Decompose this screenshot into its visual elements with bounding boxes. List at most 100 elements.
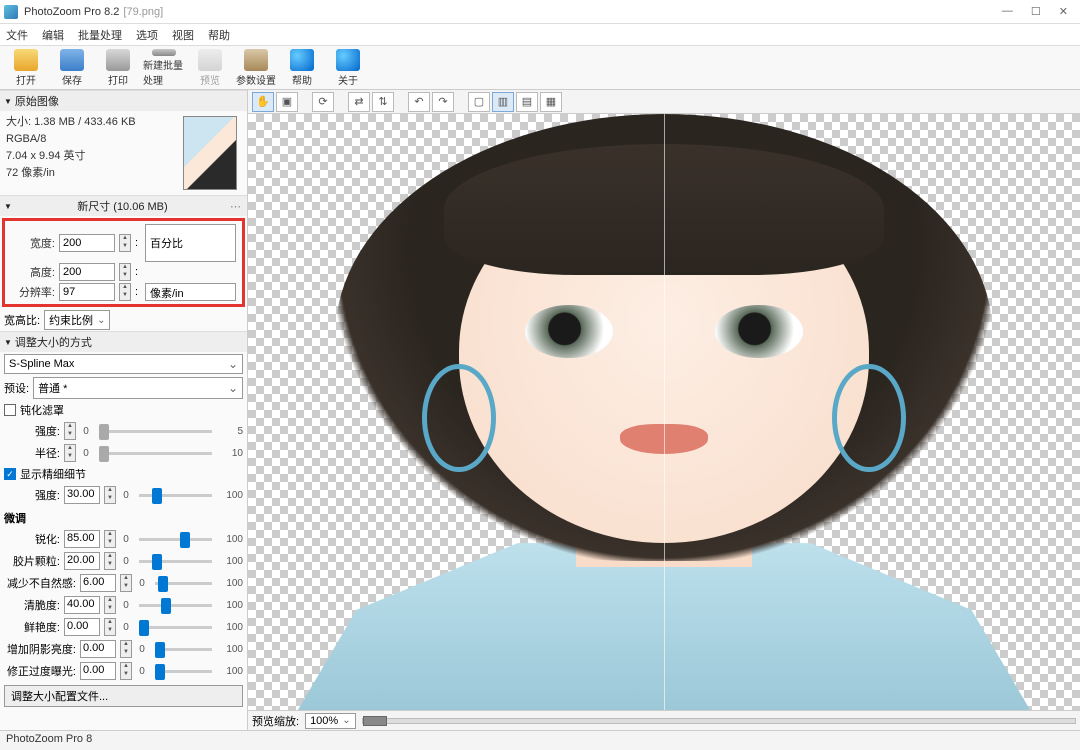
original-section-header[interactable]: 原始图像 — [0, 90, 247, 111]
slider-value-0[interactable]: 85.00 — [64, 530, 100, 548]
tool-redo-icon[interactable]: ↷ — [432, 92, 454, 112]
detail-strength-slider[interactable] — [139, 494, 212, 497]
toolbar-关于[interactable]: 关于 — [326, 48, 370, 88]
res-input[interactable]: 97 — [59, 283, 115, 301]
toolbar-帮助[interactable]: 帮助 — [280, 48, 324, 88]
show-detail-checkbox[interactable]: ✓显示精细细节 — [0, 464, 247, 484]
unsharp-strength-spinner[interactable]: ▲▼ — [64, 422, 76, 440]
menu-file[interactable]: 文件 — [6, 27, 28, 43]
wh-unit-select[interactable]: 百分比 — [145, 224, 236, 262]
preview-panel: ✋ ▣ ⟳ ⇄ ⇅ ↶ ↷ ▢ ▥ ▤ ▦ — [248, 90, 1080, 730]
newsize-highlight-box: 宽度: 200 ▲▼: 百分比 高度: 200 ▲▼: 分辨率: 97 ▲▼: … — [2, 218, 245, 307]
original-thumbnail[interactable] — [183, 116, 237, 190]
original-res: 72 像素/in — [6, 165, 183, 182]
maximize-button[interactable]: ☐ — [1031, 5, 1041, 18]
slider-value-2[interactable]: 6.00 — [80, 574, 116, 592]
view-split-v-icon[interactable]: ▥ — [492, 92, 514, 112]
slider-spinner-6[interactable]: ▲▼ — [120, 662, 132, 680]
width-input[interactable]: 200 — [59, 234, 115, 252]
menu-edit[interactable]: 编辑 — [42, 27, 64, 43]
app-title: PhotoZoom Pro 8.2 — [24, 6, 119, 18]
minimize-button[interactable]: — — [1002, 5, 1013, 18]
toolbar-保存[interactable]: 保存 — [50, 48, 94, 88]
res-label: 分辨率: — [11, 284, 55, 300]
split-divider[interactable] — [664, 114, 665, 710]
aspect-select[interactable]: 约束比例 — [44, 310, 110, 330]
height-input[interactable]: 200 — [59, 263, 115, 281]
menu-view[interactable]: 视图 — [172, 27, 194, 43]
slider-track-4[interactable] — [139, 626, 212, 629]
unsharp-radius-slider[interactable] — [99, 452, 212, 455]
slider-value-5[interactable]: 0.00 — [80, 640, 116, 658]
slider-label-0: 锐化: — [4, 531, 60, 547]
menu-batch[interactable]: 批量处理 — [78, 27, 122, 43]
newsize-section-header[interactable]: 新尺寸 (10.06 MB)⋯ — [0, 195, 247, 216]
unsharp-strength-slider[interactable] — [99, 430, 212, 433]
res-unit-select[interactable]: 像素/in — [145, 283, 236, 301]
unsharp-radius-label: 半径: — [4, 445, 60, 461]
detail-strength-input[interactable]: 30.00 — [64, 486, 100, 504]
slider-spinner-4[interactable]: ▲▼ — [104, 618, 116, 636]
menu-help[interactable]: 帮助 — [208, 27, 230, 43]
slider-track-0[interactable] — [139, 538, 212, 541]
preview-toolbar: ✋ ▣ ⟳ ⇄ ⇅ ↶ ↷ ▢ ▥ ▤ ▦ — [248, 90, 1080, 114]
preview-canvas[interactable] — [248, 114, 1080, 710]
slider-spinner-5[interactable]: ▲▼ — [120, 640, 132, 658]
title-bar: PhotoZoom Pro 8.2 [79.png] — ☐ ✕ — [0, 0, 1080, 24]
unsharp-radius-spinner[interactable]: ▲▼ — [64, 444, 76, 462]
unsharp-mask-checkbox[interactable]: 钝化滤罩 — [0, 400, 247, 420]
slider-spinner-2[interactable]: ▲▼ — [120, 574, 132, 592]
slider-value-3[interactable]: 40.00 — [64, 596, 100, 614]
method-select[interactable]: S-Spline Max — [4, 354, 243, 374]
height-spinner[interactable]: ▲▼ — [119, 263, 131, 281]
toolbar-参数设置[interactable]: 参数设置 — [234, 48, 278, 88]
slider-spinner-3[interactable]: ▲▼ — [104, 596, 116, 614]
slider-track-1[interactable] — [139, 560, 212, 563]
preset-label: 预设: — [4, 380, 29, 396]
slider-spinner-0[interactable]: ▲▼ — [104, 530, 116, 548]
slider-track-6[interactable] — [155, 670, 212, 673]
slider-track-2[interactable] — [155, 582, 212, 585]
i-save-icon — [60, 49, 84, 71]
toolbar-打印[interactable]: 打印 — [96, 48, 140, 88]
width-spinner[interactable]: ▲▼ — [119, 234, 131, 252]
toolbar-预览: 预览 — [188, 48, 232, 88]
resize-config-button[interactable]: 调整大小配置文件... — [4, 685, 243, 707]
menu-bar: 文件 编辑 批量处理 选项 视图 帮助 — [0, 24, 1080, 46]
zoom-slider[interactable] — [362, 718, 1076, 724]
close-button[interactable]: ✕ — [1059, 5, 1068, 18]
tool-flip-h-icon[interactable]: ⇄ — [348, 92, 370, 112]
i-param-icon — [244, 49, 268, 71]
aspect-label: 宽高比: — [4, 312, 40, 328]
slider-value-6[interactable]: 0.00 — [80, 662, 116, 680]
toolbar-打开[interactable]: 打开 — [4, 48, 48, 88]
i-batch-icon — [152, 49, 176, 56]
menu-options[interactable]: 选项 — [136, 27, 158, 43]
view-split-h-icon[interactable]: ▤ — [516, 92, 538, 112]
slider-value-1[interactable]: 20.00 — [64, 552, 100, 570]
resize-method-header[interactable]: 调整大小的方式 — [0, 331, 247, 352]
i-open-icon — [14, 49, 38, 71]
tool-flip-v-icon[interactable]: ⇅ — [372, 92, 394, 112]
slider-value-4[interactable]: 0.00 — [64, 618, 100, 636]
toolbar-新建批量处理[interactable]: 新建批量处理 — [142, 48, 186, 88]
view-single-icon[interactable]: ▢ — [468, 92, 490, 112]
slider-spinner-1[interactable]: ▲▼ — [104, 552, 116, 570]
slider-track-3[interactable] — [139, 604, 212, 607]
tool-rotate-icon[interactable]: ⟳ — [312, 92, 334, 112]
zoom-label: 预览缩放: — [252, 713, 299, 729]
preset-select[interactable]: 普通 * — [33, 377, 243, 399]
tool-crop-icon[interactable]: ▣ — [276, 92, 298, 112]
res-spinner[interactable]: ▲▼ — [119, 283, 131, 301]
slider-label-1: 胶片颗粒: — [4, 553, 60, 569]
view-grid-icon[interactable]: ▦ — [540, 92, 562, 112]
tool-undo-icon[interactable]: ↶ — [408, 92, 430, 112]
original-dims: 7.04 x 9.94 英寸 — [6, 148, 183, 165]
unsharp-strength-label: 强度: — [4, 423, 60, 439]
i-about-icon — [336, 49, 360, 71]
tool-hand-icon[interactable]: ✋ — [252, 92, 274, 112]
document-name: [79.png] — [123, 6, 163, 18]
slider-track-5[interactable] — [155, 648, 212, 651]
zoom-select[interactable]: 100% — [305, 713, 356, 729]
detail-strength-spinner[interactable]: ▲▼ — [104, 486, 116, 504]
